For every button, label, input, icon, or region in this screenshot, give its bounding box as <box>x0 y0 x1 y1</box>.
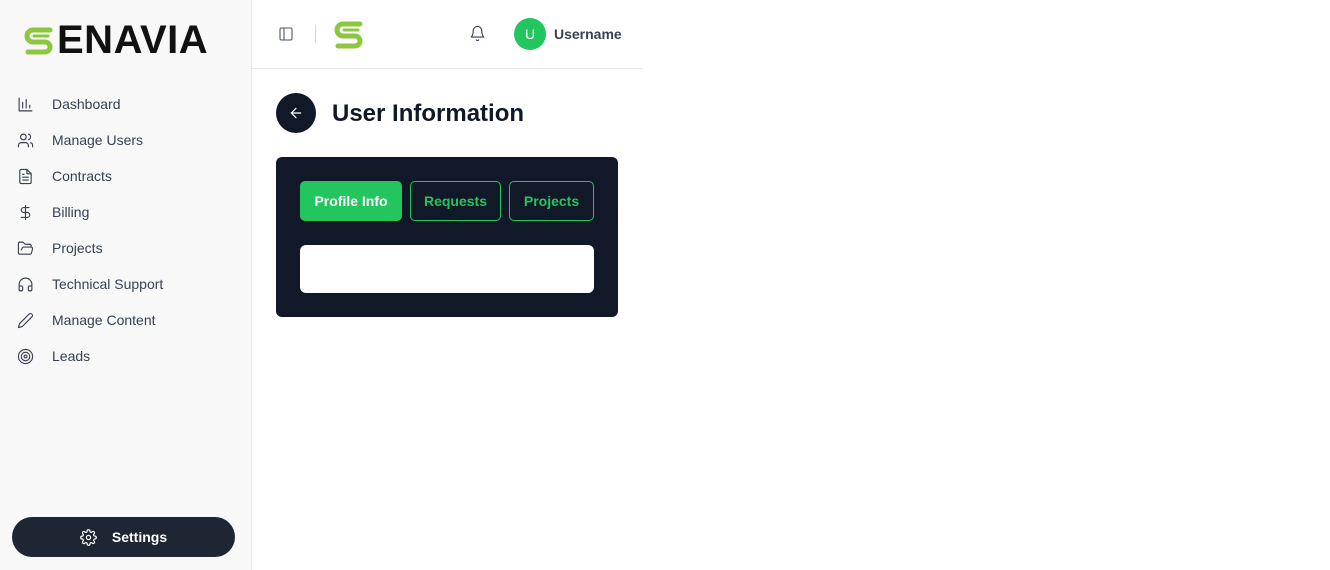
back-button[interactable] <box>276 93 316 133</box>
tab-profile-info[interactable]: Profile Info <box>300 181 402 221</box>
sidebar-toggle-button[interactable] <box>278 26 294 42</box>
brand-name: ENAVIA <box>57 18 209 62</box>
tab-requests[interactable]: Requests <box>410 181 501 221</box>
sidebar-item-label: Billing <box>52 204 90 220</box>
sidebar-item-contracts[interactable]: Contracts <box>0 158 252 194</box>
senavia-s-logo-icon <box>24 27 53 55</box>
sidebar-item-technical-support[interactable]: Technical Support <box>0 266 252 302</box>
sidebar-item-dashboard[interactable]: Dashboard <box>0 86 252 122</box>
settings-button[interactable]: Settings <box>12 517 235 557</box>
tab-content-panel <box>300 245 594 293</box>
sidebar-item-label: Dashboard <box>52 96 121 112</box>
sidebar-item-label: Manage Content <box>52 312 156 328</box>
gear-icon <box>80 528 97 546</box>
folder-open-icon <box>16 239 34 257</box>
page-title: User Information <box>332 100 525 127</box>
users-icon <box>16 131 34 149</box>
app: ENAVIA Dashboard Manage Users Contracts <box>0 0 1330 570</box>
notifications-button[interactable] <box>469 25 487 43</box>
bell-icon <box>470 25 485 42</box>
username-label[interactable]: Username <box>554 26 622 42</box>
bar-chart-icon <box>16 95 34 113</box>
dollar-icon <box>16 203 34 221</box>
sidebar-item-leads[interactable]: Leads <box>0 338 252 374</box>
sidebar-item-label: Contracts <box>52 168 112 184</box>
top-bar: U Username <box>252 0 643 69</box>
file-text-icon <box>16 167 34 185</box>
user-info-card: Profile Info Requests Projects <box>276 157 618 317</box>
panel-left-icon <box>279 27 293 41</box>
sidebar-item-label: Technical Support <box>52 276 164 292</box>
target-icon <box>16 347 34 365</box>
sidebar-item-billing[interactable]: Billing <box>0 194 252 230</box>
avatar[interactable]: U <box>514 18 546 50</box>
senavia-s-logo-icon[interactable] <box>332 17 366 51</box>
sidebar-item-manage-users[interactable]: Manage Users <box>0 122 252 158</box>
brand-logo[interactable]: ENAVIA <box>22 18 209 62</box>
tab-projects[interactable]: Projects <box>509 181 594 221</box>
pencil-icon <box>16 311 34 329</box>
settings-label: Settings <box>111 529 168 545</box>
sidebar-item-projects[interactable]: Projects <box>0 230 252 266</box>
sidebar: ENAVIA Dashboard Manage Users Contracts <box>0 0 252 570</box>
sidebar-item-label: Leads <box>52 348 91 364</box>
sidebar-item-label: Manage Users <box>52 132 144 148</box>
sidebar-nav: Dashboard Manage Users Contracts Billing <box>0 86 252 374</box>
arrow-left-icon <box>290 107 302 119</box>
sidebar-item-label: Projects <box>52 240 103 256</box>
headphones-icon <box>16 275 34 293</box>
header-divider <box>315 25 316 43</box>
sidebar-item-manage-content[interactable]: Manage Content <box>0 302 252 338</box>
